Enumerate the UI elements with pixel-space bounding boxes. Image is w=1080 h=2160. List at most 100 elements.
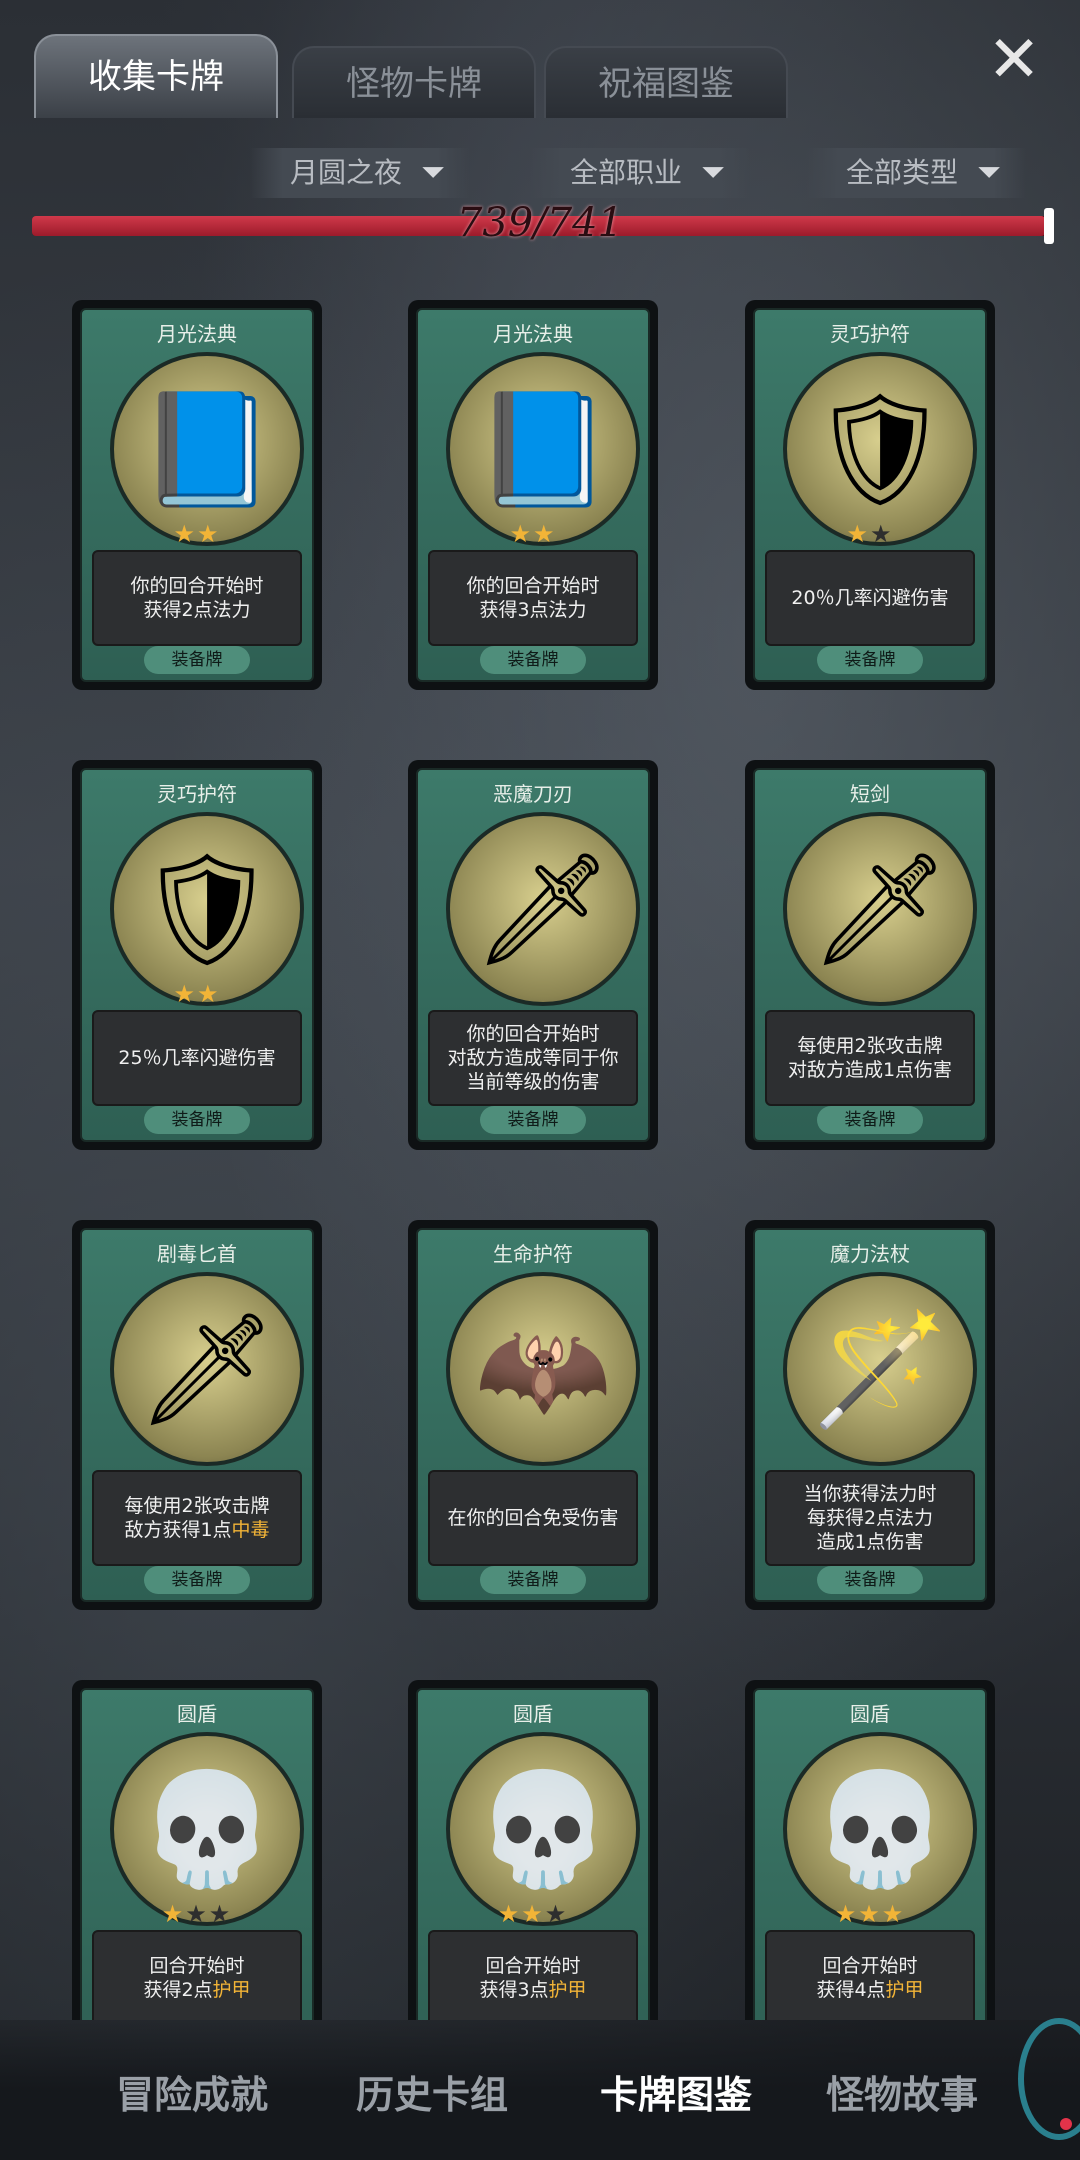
magic-staff-icon: 🪄	[811, 1304, 949, 1433]
card-name: 月光法典	[157, 322, 237, 346]
card-art: 💀	[446, 1732, 640, 1926]
star-empty-icon: ★	[544, 1900, 569, 1928]
card-art: 📘	[110, 352, 304, 546]
card-tile[interactable]: 月光法典 📘 ★★ 你的回合开始时 获得2点法力 装备牌	[72, 300, 322, 690]
card-tile[interactable]: 圆盾 💀 ★★★ 回合开始时 获得2点护甲 装备牌	[72, 1680, 322, 2020]
filter-label: 月圆之夜	[290, 156, 403, 189]
filter-class[interactable]: 全部职业 ⏷	[530, 148, 750, 198]
card-name: 圆盾	[177, 1702, 217, 1726]
nav-card-codex[interactable]: 卡牌图鉴	[556, 2064, 796, 2119]
card-description: 回合开始时 获得3点护甲	[428, 1930, 638, 2020]
amulet-icon: 🛡	[137, 844, 277, 973]
nav-deck-history[interactable]: 历史卡组	[312, 2064, 552, 2119]
card-art: 🗡	[110, 1272, 304, 1466]
card-art: 🦇	[446, 1272, 640, 1466]
card-desc-keyword: 护甲	[885, 1979, 924, 2001]
card-description: 你的回合开始时 获得2点法力	[92, 550, 302, 646]
card-frame: 生命护符 🦇 在你的回合免受伤害 装备牌	[416, 1228, 650, 1602]
filter-label: 全部类型	[846, 156, 959, 189]
nav-monster-stories[interactable]: 怪物故事	[782, 2064, 1022, 2119]
top-tabs: 收集卡牌 怪物卡牌 祝福图鉴	[30, 30, 790, 120]
card-art: 🛡	[783, 352, 977, 546]
tab-blessing-codex[interactable]: 祝福图鉴	[544, 46, 788, 118]
filter-type[interactable]: 全部类型 ⏷	[806, 148, 1026, 198]
nav-adventure-achievements[interactable]: 冒险成就	[72, 2064, 312, 2119]
card-description: 你的回合开始时 获得3点法力	[428, 550, 638, 646]
card-description: 20％几率闪避伤害	[765, 550, 975, 646]
collection-count: 739/741	[456, 200, 624, 246]
card-desc-text: 25％几率闪避伤害	[118, 1047, 276, 1069]
card-type-badge: 装备牌	[817, 1106, 923, 1134]
card-name: 灵巧护符	[830, 322, 910, 346]
card-star-rating: ★★★	[755, 1900, 985, 1928]
card-tile[interactable]: 灵巧护符 🛡 ★★ 20％几率闪避伤害 装备牌	[745, 300, 995, 690]
card-type-badge: 装备牌	[480, 646, 586, 674]
card-name: 圆盾	[850, 1702, 890, 1726]
star-filled-icon: ★★	[173, 980, 221, 1008]
card-name: 生命护符	[493, 1242, 573, 1266]
tab-collected-cards[interactable]: 收集卡牌	[34, 34, 278, 118]
card-desc-keyword: 护甲	[548, 1979, 587, 2001]
card-type-badge: 装备牌	[817, 1566, 923, 1594]
card-tile[interactable]: 灵巧护符 🛡 ★★ 25％几率闪避伤害 装备牌	[72, 760, 322, 1150]
filter-funnel-icon: ⏷	[701, 155, 725, 190]
card-star-rating: ★★★	[418, 1900, 648, 1928]
card-star-rating: ★★	[418, 520, 648, 548]
star-filled-icon: ★★★	[834, 1900, 906, 1928]
card-frame: 恶魔刀刃 🗡 你的回合开始时 对敌方造成等同于你 当前等级的伤害 装备牌	[416, 768, 650, 1142]
card-art: 🪄	[783, 1272, 977, 1466]
card-description: 回合开始时 获得2点护甲	[92, 1930, 302, 2020]
card-tile[interactable]: 短剑 🗡 每使用2张攻击牌 对敌方造成1点伤害 装备牌	[745, 760, 995, 1150]
card-tile[interactable]: 月光法典 📘 ★★ 你的回合开始时 获得3点法力 装备牌	[408, 300, 658, 690]
card-frame: 灵巧护符 🛡 ★★ 25％几率闪避伤害 装备牌	[80, 768, 314, 1142]
card-type-badge: 装备牌	[480, 1566, 586, 1594]
card-art: 💀	[783, 1732, 977, 1926]
card-tile[interactable]: 生命护符 🦇 在你的回合免受伤害 装备牌	[408, 1220, 658, 1610]
card-name: 月光法典	[493, 322, 573, 346]
card-desc-text: 20％几率闪避伤害	[791, 587, 949, 609]
tab-monster-cards[interactable]: 怪物卡牌	[292, 46, 536, 118]
card-tile[interactable]: 魔力法杖 🪄 当你获得法力时 每获得2点法力 造成1点伤害 装备牌	[745, 1220, 995, 1610]
round-shield-icon: 💀	[474, 1764, 612, 1893]
card-tile[interactable]: 恶魔刀刃 🗡 你的回合开始时 对敌方造成等同于你 当前等级的伤害 装备牌	[408, 760, 658, 1150]
card-name: 恶魔刀刃	[493, 782, 573, 806]
card-tile[interactable]: 圆盾 💀 ★★★ 回合开始时 获得3点护甲 装备牌	[408, 1680, 658, 2020]
card-star-rating: ★★	[755, 520, 985, 548]
short-sword-icon: 🗡	[810, 844, 950, 973]
card-name: 剧毒匕首	[157, 1242, 237, 1266]
card-desc-text: 每使用2张攻击牌 对敌方造成1点伤害	[787, 1035, 953, 1081]
card-star-rating: ★★	[82, 520, 312, 548]
star-filled-icon: ★★	[173, 520, 221, 548]
card-art: 🛡	[110, 812, 304, 1006]
card-art: 🗡	[446, 812, 640, 1006]
card-tile[interactable]: 剧毒匕首 🗡 每使用2张攻击牌 敌方获得1点中毒 装备牌	[72, 1220, 322, 1610]
filter-funnel-icon: ⏷	[977, 155, 1001, 190]
card-art: 📘	[446, 352, 640, 546]
filter-funnel-icon: ⏷	[421, 155, 445, 190]
card-type-badge: 装备牌	[817, 646, 923, 674]
card-tile[interactable]: 圆盾 💀 ★★★ 回合开始时 获得4点护甲 装备牌	[745, 1680, 995, 2020]
spellbook-icon: 📘	[474, 384, 612, 513]
card-desc-keyword: 护甲	[212, 1979, 251, 2001]
card-grid: 月光法典 📘 ★★ 你的回合开始时 获得2点法力 装备牌 月光法典 📘 ★★ 你…	[0, 300, 1080, 2020]
close-icon[interactable]: ✕	[984, 28, 1044, 92]
card-desc-keyword: 中毒	[231, 1519, 270, 1541]
card-description: 回合开始时 获得4点护甲	[765, 1930, 975, 2020]
card-star-rating: ★★★	[82, 1900, 312, 1928]
card-desc-text: 当你获得法力时 每获得2点法力 造成1点伤害	[803, 1483, 937, 1553]
card-art: 🗡	[783, 812, 977, 1006]
notification-dot	[1060, 2118, 1072, 2130]
card-art: 💀	[110, 1732, 304, 1926]
star-filled-icon: ★★	[497, 1900, 545, 1928]
card-description: 你的回合开始时 对敌方造成等同于你 当前等级的伤害	[428, 1010, 638, 1106]
card-star-rating: ★★	[82, 980, 312, 1008]
card-frame: 短剑 🗡 每使用2张攻击牌 对敌方造成1点伤害 装备牌	[753, 768, 987, 1142]
filter-moon-night[interactable]: 月圆之夜 ⏷	[250, 148, 470, 198]
amulet-icon: 🛡	[810, 384, 950, 513]
card-desc-text: 你的回合开始时 获得3点法力	[466, 575, 600, 621]
demon-blade-icon: 🗡	[473, 844, 613, 973]
round-shield-icon: 💀	[811, 1764, 949, 1893]
card-description: 每使用2张攻击牌 敌方获得1点中毒	[92, 1470, 302, 1566]
card-frame: 灵巧护符 🛡 ★★ 20％几率闪避伤害 装备牌	[753, 308, 987, 682]
star-filled-icon: ★	[846, 520, 870, 548]
